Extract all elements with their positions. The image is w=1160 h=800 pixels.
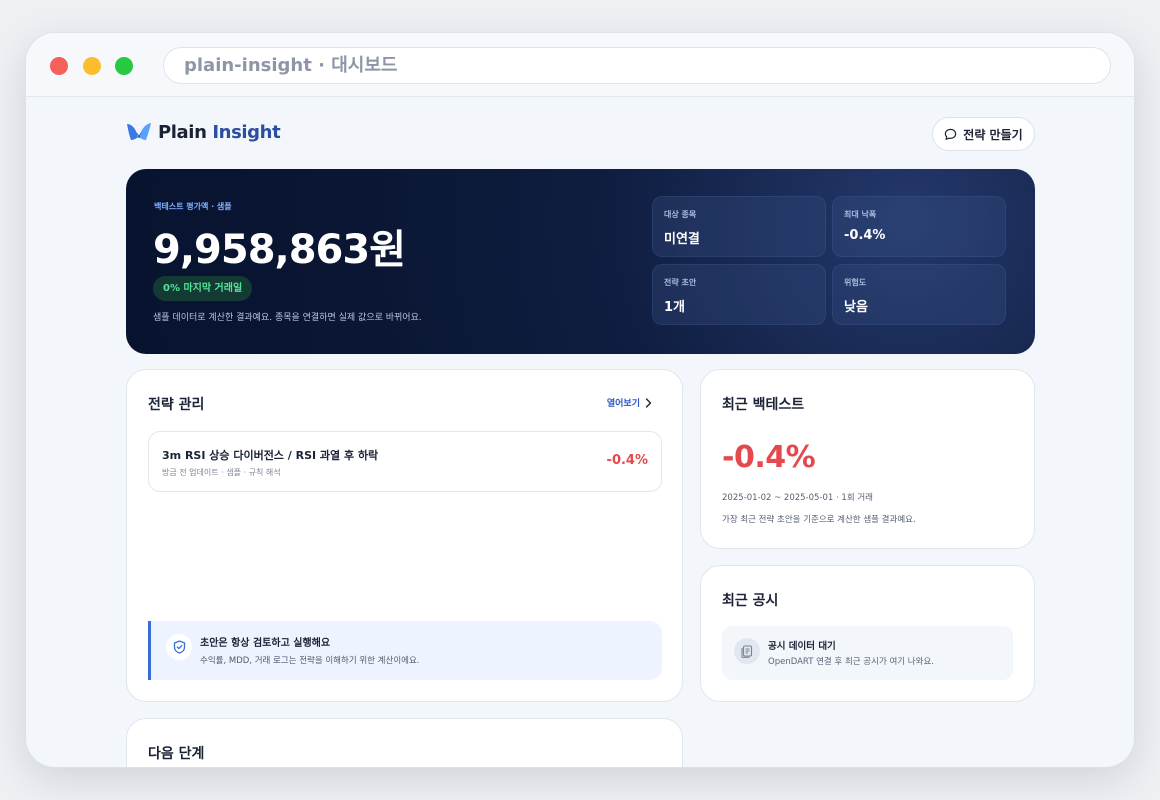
- browser-toolbar: plain-insight · 대시보드: [26, 33, 1134, 97]
- daily-change-badge: 0% 마지막 거래일: [153, 276, 253, 301]
- strategy-meta: 방금 전 업데이트 · 샘플 · 규칙 해석: [162, 468, 281, 477]
- minimize-window-button[interactable]: [83, 57, 101, 75]
- next-steps-card: 다음 단계: [126, 718, 683, 767]
- card-title: 최근 공시: [722, 593, 779, 609]
- stat-value: -0.4%: [844, 228, 886, 243]
- logo[interactable]: Plain Insight: [126, 121, 281, 143]
- disclosure-icon-wrapper: [734, 638, 760, 664]
- card-title: 다음 단계: [148, 746, 205, 762]
- stat-value: 낮음: [844, 300, 868, 315]
- stat-label: 전략 초안: [664, 278, 697, 287]
- stat-label: 위험도: [844, 278, 867, 287]
- logo-word-insight: Insight: [212, 121, 281, 143]
- recent-backtest-card: 최근 백테스트 -0.4% 2025-01-02 ~ 2025-05-01 · …: [700, 369, 1035, 549]
- hero-note: 샘플 데이터로 계산한 결과예요. 종목을 연결하면 실제 값으로 바뀌어요.: [153, 313, 422, 323]
- disclosure-title: 공시 데이터 대기: [768, 641, 836, 652]
- portfolio-value: 9,958,863원: [153, 227, 406, 273]
- chat-bubble-icon: [945, 128, 957, 140]
- stat-label: 최대 낙폭: [844, 210, 877, 219]
- address-bar[interactable]: plain-insight · 대시보드: [163, 47, 1111, 84]
- logo-word-plain: Plain: [158, 121, 207, 143]
- disclosure-description: OpenDART 연결 후 최근 공시가 여기 나와요.: [768, 657, 934, 667]
- stat-value: 1개: [664, 300, 686, 315]
- card-title: 최근 백테스트: [722, 397, 805, 413]
- stat-label: 대상 종목: [664, 210, 697, 219]
- stat-risk-level: 위험도 낮음: [832, 264, 1006, 325]
- close-window-button[interactable]: [50, 57, 68, 75]
- stat-target-symbol: 대상 종목 미연결: [652, 196, 826, 257]
- card-title: 전략 관리: [148, 397, 205, 413]
- strategy-name: 3m RSI 상승 다이버전스 / RSI 과열 후 하락: [162, 449, 379, 462]
- disclosure-empty-state: 공시 데이터 대기 OpenDART 연결 후 최근 공시가 여기 나와요.: [722, 626, 1013, 680]
- review-tip-banner: 초안은 항상 검토하고 실행해요 수익률, MDD, 거래 로그는 전략을 이해…: [148, 621, 662, 680]
- tip-title: 초안은 항상 검토하고 실행해요: [200, 638, 331, 649]
- open-link-label: 열어보기: [606, 399, 640, 409]
- logo-text: Plain Insight: [158, 121, 281, 143]
- backtest-return: -0.4%: [722, 440, 816, 475]
- recent-disclosures-card: 최근 공시 공시 데이터 대기 OpenDART 연결 후 최근 공시가 여기 …: [700, 565, 1035, 702]
- strategy-list-item[interactable]: 3m RSI 상승 다이버전스 / RSI 과열 후 하락 방금 전 업데이트 …: [148, 431, 662, 492]
- backtest-period: 2025-01-02 ~ 2025-05-01 · 1회 거래: [722, 493, 873, 503]
- dashboard-page: Plain Insight 전략 만들기 백테스트 평가액 · 샘플 9,958…: [26, 97, 1134, 767]
- open-strategies-link[interactable]: 열어보기: [607, 396, 652, 409]
- document-icon: [741, 644, 753, 658]
- stat-strategy-drafts: 전략 초안 1개: [652, 264, 826, 325]
- tip-icon-wrapper: [166, 634, 192, 660]
- stat-max-drawdown: 최대 낙폭 -0.4%: [832, 196, 1006, 257]
- chevron-right-icon: [645, 397, 652, 408]
- stat-value: 미연결: [664, 232, 700, 247]
- browser-window: plain-insight · 대시보드 Plain Insight 전략 만들…: [25, 32, 1135, 768]
- tip-description: 수익률, MDD, 거래 로그는 전략을 이해하기 위한 계산이에요.: [200, 656, 420, 666]
- maximize-window-button[interactable]: [115, 57, 133, 75]
- hero-summary: 백테스트 평가액 · 샘플 9,958,863원 0% 마지막 거래일 샘플 데…: [126, 169, 1035, 354]
- create-strategy-label: 전략 만들기: [963, 127, 1023, 142]
- backtest-note: 가장 최근 전략 초안을 기준으로 계산한 샘플 결과예요.: [722, 515, 916, 525]
- create-strategy-button[interactable]: 전략 만들기: [932, 117, 1035, 151]
- strategy-return: -0.4%: [606, 453, 648, 468]
- wing-logo-icon: [127, 123, 151, 140]
- shield-check-icon: [173, 640, 185, 654]
- hero-eyebrow: 백테스트 평가액 · 샘플: [154, 202, 232, 211]
- strategy-management-card: 전략 관리 열어보기 3m RSI 상승 다이버전스 / RSI 과열 후 하락…: [126, 369, 683, 702]
